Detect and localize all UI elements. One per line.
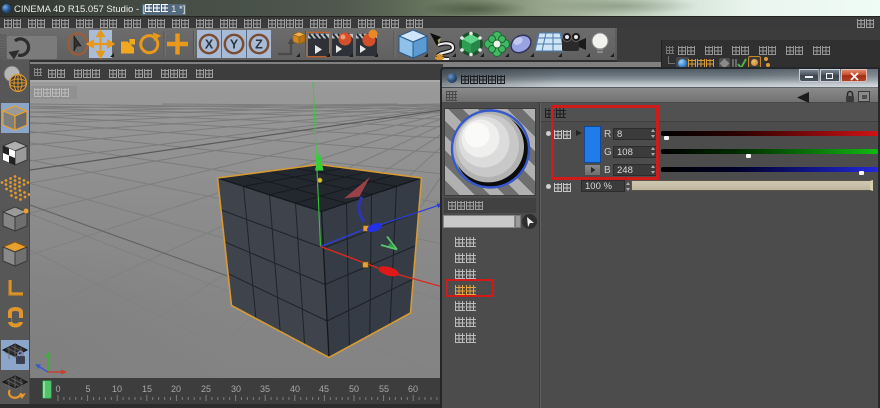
- svg-text:Z: Z: [255, 38, 263, 52]
- svg-text:50: 50: [349, 384, 359, 394]
- svg-text:5: 5: [85, 384, 90, 394]
- svg-text:35: 35: [260, 384, 270, 394]
- svg-text:25: 25: [201, 384, 211, 394]
- svg-text:Y: Y: [230, 38, 239, 52]
- svg-text:10: 10: [112, 384, 122, 394]
- svg-text:20: 20: [171, 384, 181, 394]
- svg-text:40: 40: [290, 384, 300, 394]
- svg-text:60: 60: [408, 384, 418, 394]
- svg-text:45: 45: [319, 384, 329, 394]
- svg-text:X: X: [205, 38, 214, 52]
- svg-text:15: 15: [142, 384, 152, 394]
- svg-text:55: 55: [379, 384, 389, 394]
- svg-text:30: 30: [231, 384, 241, 394]
- svg-text:0: 0: [55, 384, 60, 394]
